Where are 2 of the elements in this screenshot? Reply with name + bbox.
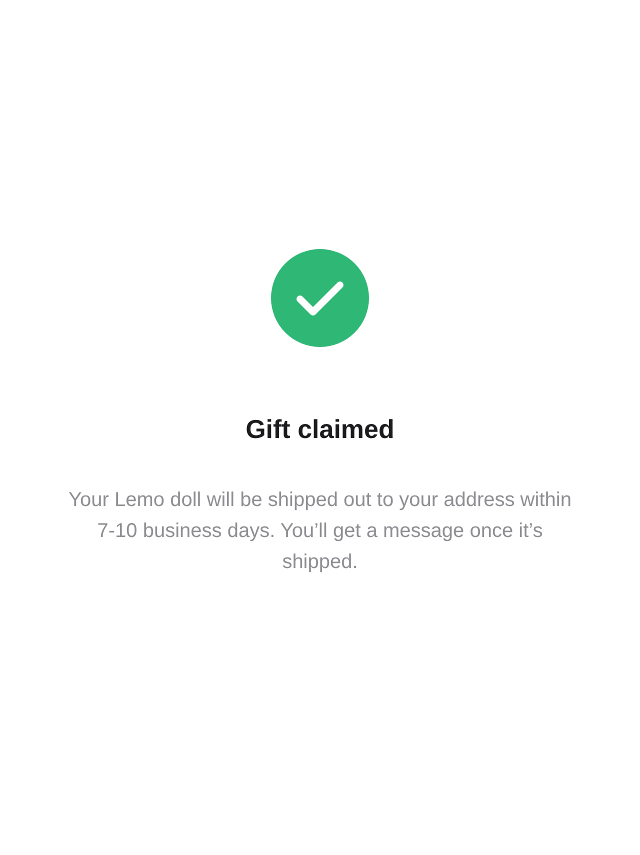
title: Gift claimed bbox=[246, 413, 394, 445]
message: Your Lemo doll will be shipped out to your address within 7-10 business days. You’ll get a message once it’s shipped. bbox=[68, 488, 572, 575]
